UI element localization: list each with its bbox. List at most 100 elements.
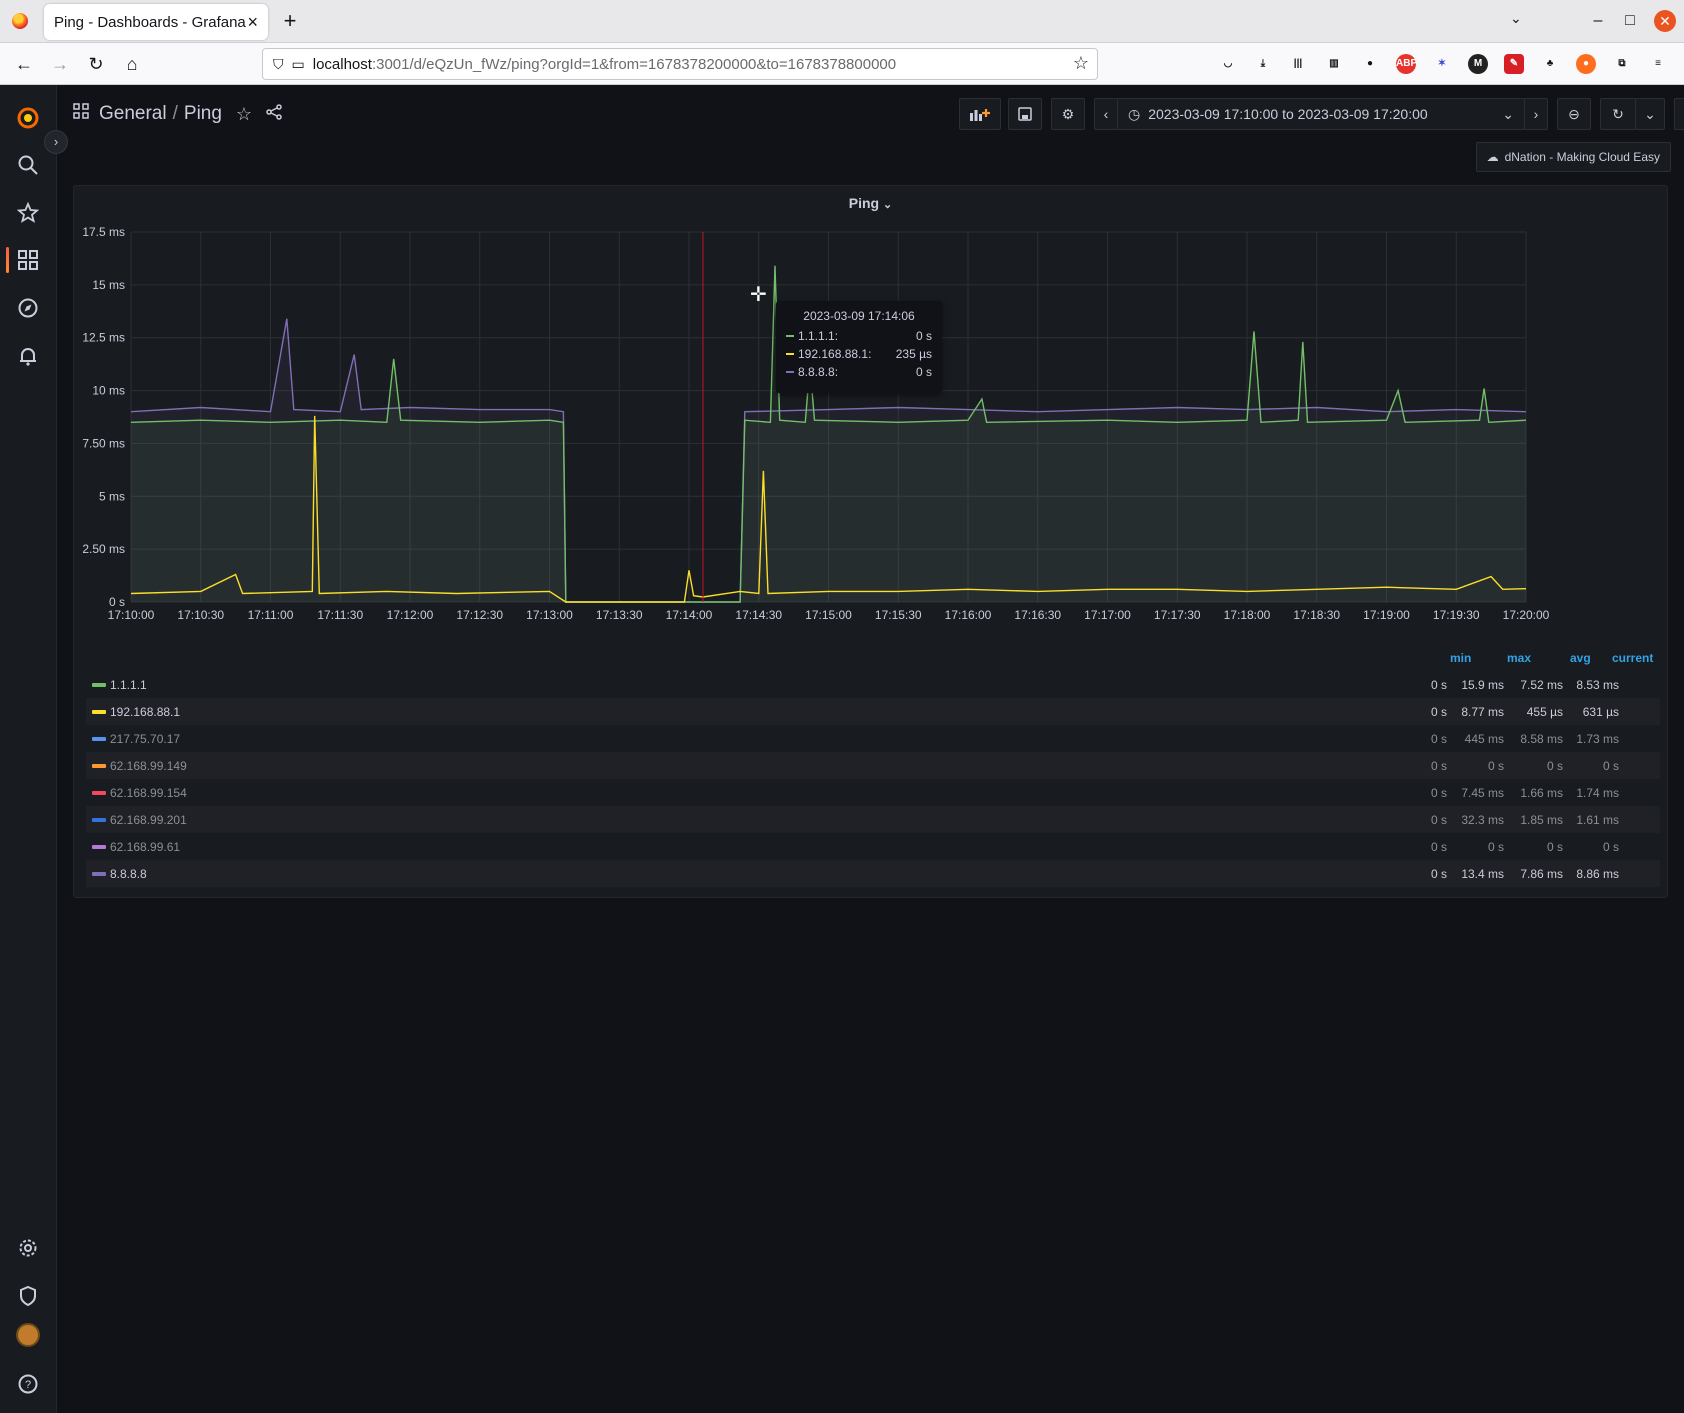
x-tick-label: 17:19:00 — [1363, 608, 1410, 622]
ext-1-icon[interactable]: ● — [1360, 54, 1380, 74]
refresh-interval-chevron-icon[interactable]: ⌄ — [1635, 98, 1665, 130]
url-bar[interactable]: ⛉ ▭ localhost:3001/d/eQzUn_fWz/ping?orgI… — [262, 48, 1098, 80]
legend-series-name[interactable]: 1.1.1.1 — [110, 678, 147, 692]
share-icon[interactable] — [266, 103, 282, 125]
breadcrumb-folder[interactable]: General — [99, 103, 167, 125]
legend-avg-value: 0 s — [1546, 758, 1563, 773]
legend-color-swatch[interactable] — [92, 872, 106, 876]
view-mode-tv-icon[interactable]: ▭ — [1674, 98, 1684, 130]
legend-sort-max[interactable]: max — [1507, 651, 1531, 665]
back-icon[interactable]: ← — [12, 52, 36, 76]
time-shift-back-icon[interactable]: ‹ — [1094, 98, 1118, 130]
grafana-logo-icon[interactable] — [15, 105, 41, 131]
legend-color-swatch[interactable] — [92, 737, 106, 741]
legend-series-name[interactable]: 8.8.8.8 — [110, 867, 147, 881]
refresh-icon[interactable]: ↻ — [1600, 98, 1636, 130]
ext-m-icon[interactable]: M — [1468, 54, 1488, 74]
bookmark-star-icon[interactable]: ☆ — [1073, 53, 1089, 74]
legend-series-name[interactable]: 62.168.99.61 — [110, 840, 180, 854]
close-window-icon[interactable]: ✕ — [1654, 10, 1676, 32]
legend-series-name[interactable]: 217.75.70.17 — [110, 732, 180, 746]
tooltip-swatch — [786, 335, 794, 337]
ext-red-icon[interactable]: ✎ — [1504, 54, 1524, 74]
legend-sort-current[interactable]: current — [1612, 651, 1653, 665]
ext-star-icon[interactable]: ✶ — [1432, 54, 1452, 74]
page-info-icon[interactable]: ▭ — [292, 56, 305, 73]
legend-max-value: 13.4 ms — [1461, 866, 1504, 881]
library-icon[interactable]: ||| — [1288, 54, 1308, 74]
search-icon[interactable] — [15, 152, 41, 178]
legend-item[interactable]: 8.8.8.8 0 s 13.4 ms 7.86 ms 8.86 ms — [86, 860, 1660, 887]
dashboards-icon[interactable] — [15, 247, 41, 273]
extensions-icon[interactable]: ⧉ — [1612, 54, 1632, 74]
save-dashboard-icon[interactable] — [1008, 98, 1042, 130]
explore-icon[interactable] — [15, 295, 41, 321]
starred-icon[interactable] — [15, 200, 41, 226]
legend-color-swatch[interactable] — [92, 764, 106, 768]
tab-list-chevron-icon[interactable]: ⌄ — [1510, 10, 1522, 27]
graph-tooltip: 2023-03-09 17:14:06 1.1.1.1: 0 s 192.168… — [776, 301, 942, 393]
close-tab-icon[interactable]: × — [247, 12, 258, 33]
browser-tab[interactable]: Ping - Dashboards - Grafana × — [44, 4, 268, 40]
add-panel-button[interactable] — [959, 98, 1001, 130]
time-range-picker[interactable]: ◷ 2023-03-09 17:10:00 to 2023-03-09 17:2… — [1117, 98, 1525, 130]
legend-series-name[interactable]: 62.168.99.154 — [110, 786, 187, 800]
panel-title-menu[interactable]: Ping ⌄ — [74, 195, 1667, 211]
panel-title: Ping — [848, 195, 880, 211]
ping-graph[interactable]: 0 s 2.50 ms 5 ms 7.50 ms 10 ms 12.5 ms 15 ms 17… — [74, 216, 1669, 636]
help-icon[interactable]: ? — [15, 1371, 41, 1397]
legend-series-name[interactable]: 62.168.99.149 — [110, 759, 187, 773]
configuration-gear-icon[interactable] — [15, 1235, 41, 1261]
new-tab-icon[interactable]: + — [278, 9, 302, 33]
legend-max-value: 8.77 ms — [1461, 704, 1504, 719]
legend-min-value: 0 s — [1430, 785, 1447, 800]
zoom-out-icon[interactable]: ⊖ — [1557, 98, 1591, 130]
sidebar-icon[interactable]: ▥ — [1324, 54, 1344, 74]
dashboard-grid-icon — [73, 103, 89, 125]
legend-color-swatch[interactable] — [92, 845, 106, 849]
legend-color-swatch[interactable] — [92, 683, 106, 687]
tooltip-series-name: 1.1.1.1: — [798, 329, 839, 343]
legend-item[interactable]: 62.168.99.154 0 s 7.45 ms 1.66 ms 1.74 ms — [86, 779, 1660, 806]
time-shift-forward-icon[interactable]: › — [1524, 98, 1548, 130]
chevron-down-icon: ⌄ — [1502, 105, 1514, 122]
page-title[interactable]: Ping — [184, 103, 222, 125]
legend-sort-avg[interactable]: avg — [1570, 651, 1591, 665]
legend-item[interactable]: 62.168.99.149 0 s 0 s 0 s 0 s — [86, 752, 1660, 779]
tooltip-series-value: 0 s — [915, 365, 932, 379]
minimize-window-icon[interactable]: – — [1585, 8, 1611, 34]
legend-color-swatch[interactable] — [92, 791, 106, 795]
dashboard-link-button[interactable]: ☁ dNation - Making Cloud Easy — [1475, 142, 1671, 172]
menu-icon[interactable]: ≡ — [1648, 54, 1668, 74]
y-tick-label: 7.50 ms — [82, 436, 125, 450]
legend-color-swatch[interactable] — [92, 818, 106, 822]
maximize-window-icon[interactable]: □ — [1617, 8, 1643, 34]
home-icon[interactable]: ⌂ — [120, 52, 144, 76]
legend-item[interactable]: 217.75.70.17 0 s 445 ms 8.58 ms 1.73 ms — [86, 725, 1660, 752]
legend-item[interactable]: 1.1.1.1 0 s 15.9 ms 7.52 ms 8.53 ms — [86, 671, 1660, 698]
downloads-icon[interactable]: ⤓ — [1253, 54, 1273, 74]
legend-item[interactable]: 62.168.99.201 0 s 32.3 ms 1.85 ms 1.61 ms — [86, 806, 1660, 833]
user-avatar[interactable] — [16, 1323, 40, 1347]
abp-icon[interactable]: ABP — [1396, 54, 1417, 74]
firefox-logo-icon[interactable] — [12, 13, 28, 29]
x-tick-label: 17:18:00 — [1224, 608, 1271, 622]
legend-max-value: 32.3 ms — [1461, 812, 1504, 827]
legend-series-name[interactable]: 62.168.99.201 — [110, 813, 187, 827]
tracking-shield-icon[interactable]: ⛉ — [273, 56, 284, 73]
forward-icon[interactable]: → — [48, 52, 72, 76]
pocket-icon[interactable]: ◡ — [1218, 54, 1238, 74]
alerting-bell-icon[interactable] — [15, 343, 41, 369]
server-admin-shield-icon[interactable] — [15, 1283, 41, 1309]
reload-icon[interactable]: ↻ — [84, 52, 108, 76]
legend-item[interactable]: 192.168.88.1 0 s 8.77 ms 455 µs 631 µs — [86, 698, 1660, 725]
mark-favorite-star-icon[interactable]: ☆ — [236, 104, 252, 125]
dashboard-settings-gear-icon[interactable]: ⚙ — [1051, 98, 1085, 130]
ext-orange-icon[interactable]: ● — [1576, 54, 1596, 74]
legend-sort-min[interactable]: min — [1450, 651, 1471, 665]
ext-gnome-icon[interactable]: ♣ — [1540, 54, 1560, 74]
legend-item[interactable]: 62.168.99.61 0 s 0 s 0 s 0 s — [86, 833, 1660, 860]
y-tick-label: 12.5 ms — [82, 331, 125, 345]
legend-series-name[interactable]: 192.168.88.1 — [110, 705, 180, 719]
legend-color-swatch[interactable] — [92, 710, 106, 714]
